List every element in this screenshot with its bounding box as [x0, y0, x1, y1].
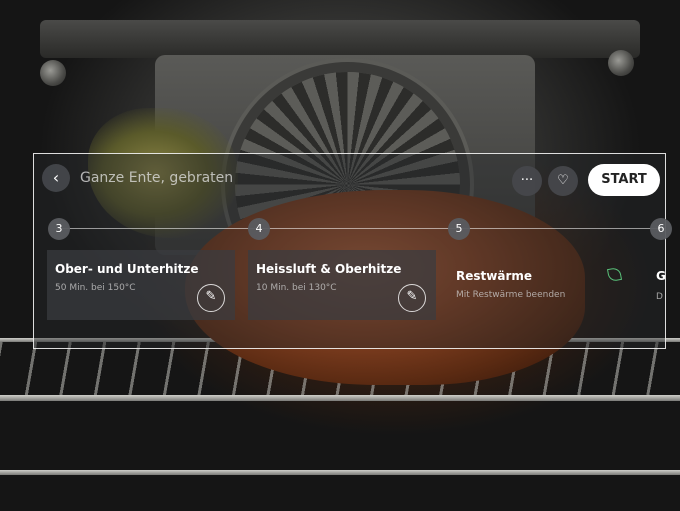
chevron-left-icon: ‹ [52, 168, 60, 187]
recipe-panel: ‹ Ganze Ente, gebraten ··· ♡ START 3 4 5… [33, 153, 672, 349]
step-number-4: 4 [248, 218, 270, 240]
pencil-icon: ✎ [406, 289, 418, 304]
step-number-3: 3 [48, 218, 70, 240]
oven-screw-left [40, 60, 66, 86]
recipe-title: Ganze Ente, gebraten [80, 170, 234, 186]
step-detail: 50 Min. bei 150°C [55, 283, 136, 293]
edit-step-button[interactable]: ✎ [197, 284, 225, 312]
oven-screw-right [608, 50, 634, 76]
step-card-4[interactable]: Heissluft & Oberhitze 10 Min. bei 130°C … [248, 250, 436, 320]
edit-step-button[interactable]: ✎ [398, 284, 426, 312]
more-dots-icon: ··· [520, 173, 534, 188]
recipe-header: ‹ Ganze Ente, gebraten ··· ♡ START [34, 154, 665, 206]
leaf-icon [606, 266, 623, 283]
step-6-title: G [656, 269, 666, 283]
step-card-3[interactable]: Ober- und Unterhitze 50 Min. bei 150°C ✎ [47, 250, 235, 320]
step-number-6: 6 [650, 218, 672, 240]
back-button[interactable]: ‹ [42, 164, 70, 192]
step-detail: Mit Restwärme beenden [456, 290, 566, 300]
step-title: Restwärme [456, 269, 533, 283]
oven-top-wall [40, 20, 640, 58]
pencil-icon: ✎ [205, 289, 217, 304]
steps-timeline [56, 228, 666, 229]
favorite-button[interactable]: ♡ [548, 166, 578, 196]
heart-icon: ♡ [557, 173, 569, 188]
oven-rack-rail-front [0, 395, 680, 401]
oven-rack-rail-bottom [0, 470, 680, 475]
more-options-button[interactable]: ··· [512, 166, 542, 196]
step-card-5[interactable]: Restwärme Mit Restwärme beenden [448, 250, 636, 320]
step-title: Ober- und Unterhitze [55, 262, 199, 276]
start-button[interactable]: START [588, 164, 660, 196]
step-detail: 10 Min. bei 130°C [256, 283, 337, 293]
step-6-detail: D [656, 292, 663, 302]
step-number-5: 5 [448, 218, 470, 240]
step-title: Heissluft & Oberhitze [256, 262, 402, 276]
